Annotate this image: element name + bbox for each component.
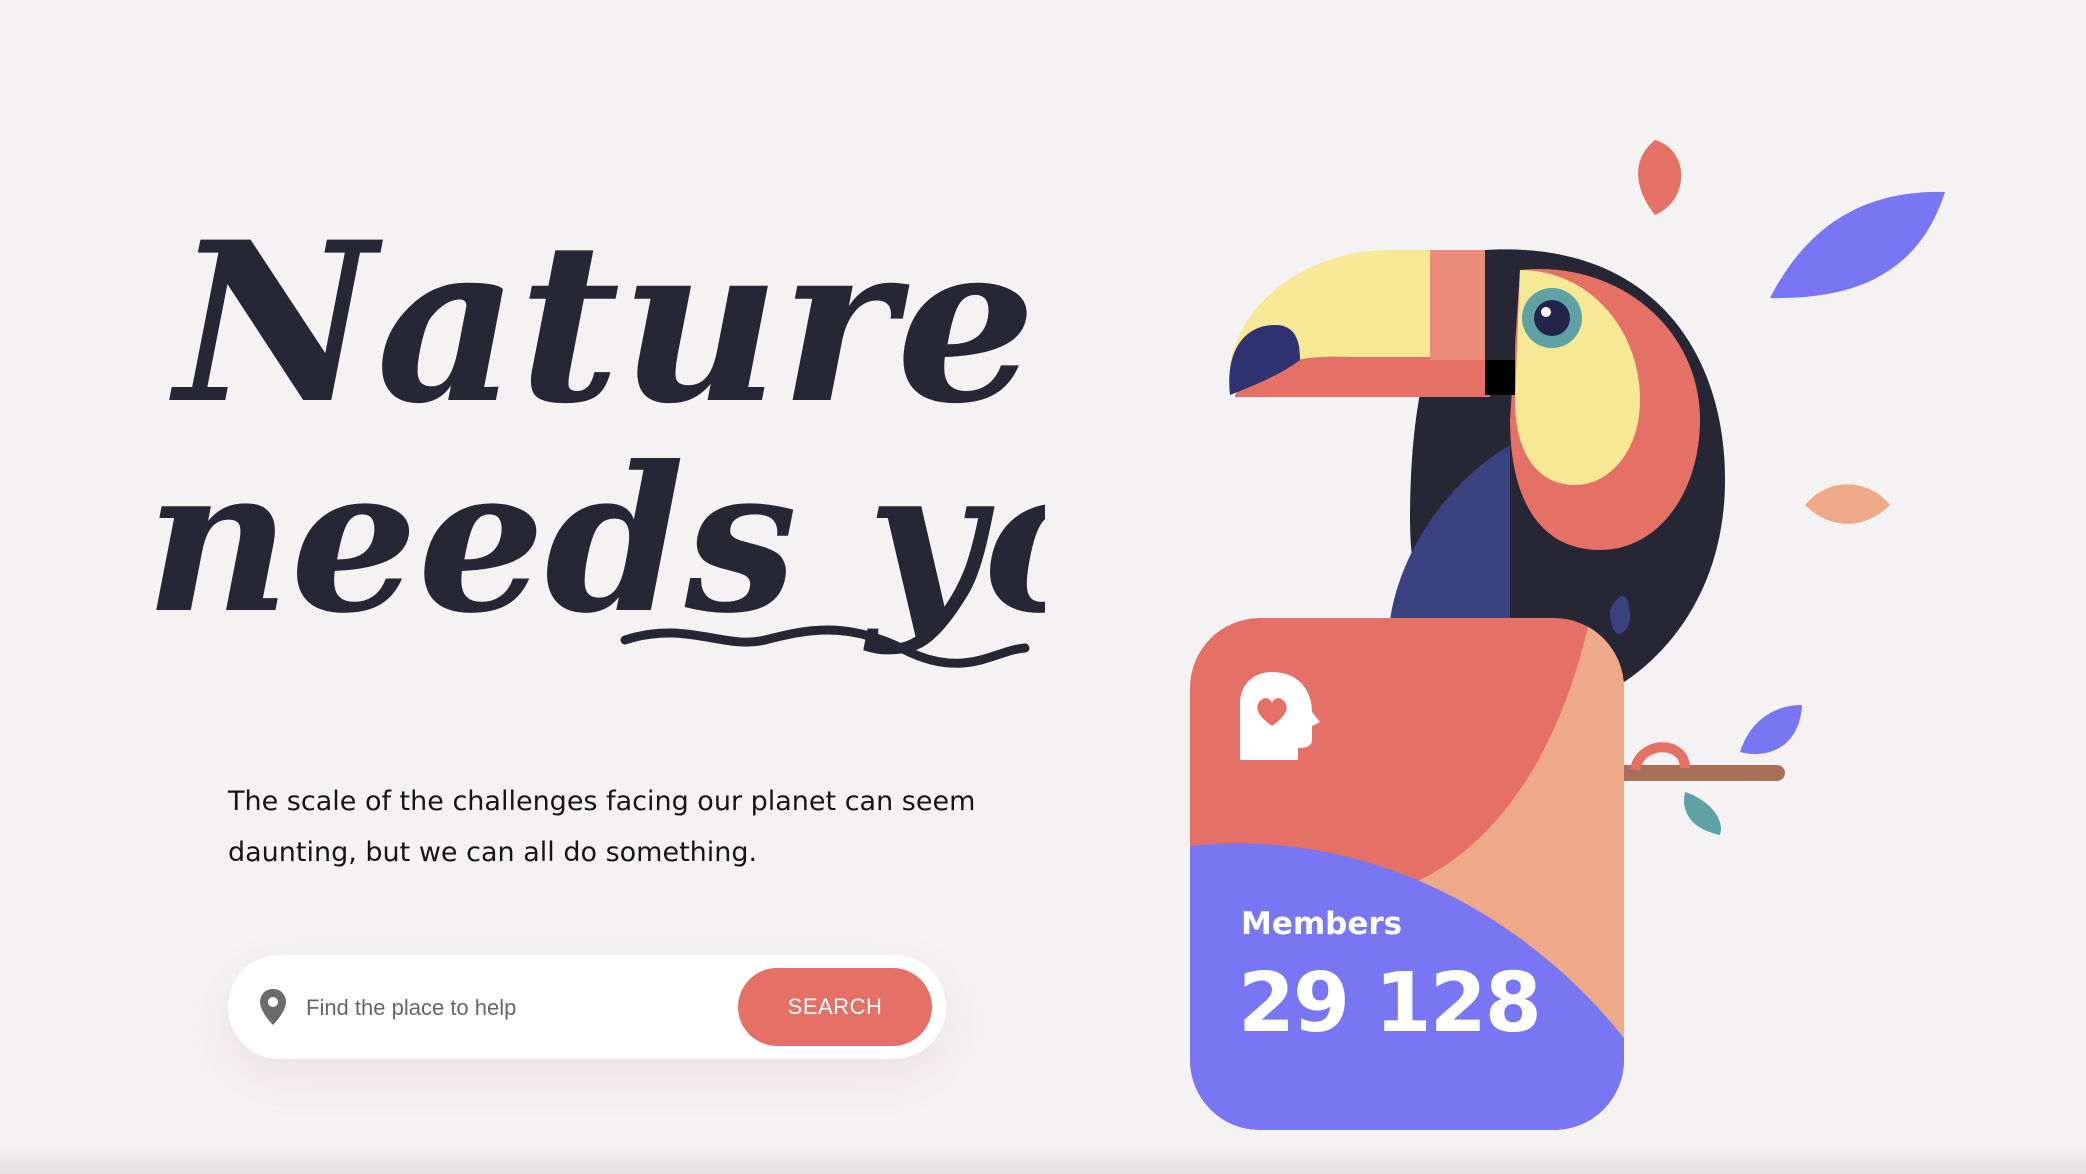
members-label: Members: [1241, 906, 1403, 942]
members-card: Members 29 128: [1190, 618, 1624, 1130]
hero-title: Nature needs you: [145, 193, 1262, 720]
members-count: 29 128: [1238, 956, 1542, 1051]
leaf-purple-small: [1740, 705, 1802, 755]
toucan-eye: [1534, 300, 1570, 336]
leaf-peach: [1805, 484, 1890, 524]
hero-title-line-1: Nature: [169, 200, 1036, 452]
bottom-shadow: [0, 1146, 2086, 1174]
head-heart-icon: [1240, 672, 1320, 760]
location-pin-icon: [260, 989, 286, 1025]
hero-title-line-2: needs you: [145, 423, 1045, 658]
tagline: The scale of the challenges facing our p…: [228, 786, 976, 868]
search-button[interactable]: SEARCH: [738, 968, 932, 1046]
leaf-coral-top: [1638, 140, 1682, 215]
search-box: SEARCH: [228, 955, 946, 1059]
leaf-teal: [1684, 792, 1721, 835]
leaf-purple-large: [1770, 191, 1945, 299]
search-input[interactable]: [304, 982, 728, 1034]
page: Nature needs you The scale of the challe…: [0, 0, 2086, 1174]
